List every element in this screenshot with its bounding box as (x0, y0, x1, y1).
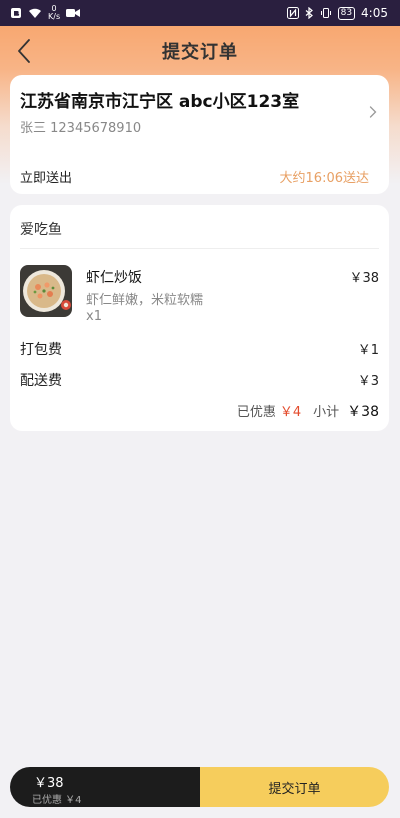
chevron-left-icon (18, 39, 30, 63)
order-card: 爱吃鱼 虾仁炒饭 虾仁鲜嫩，米粒软糯 x1 ￥38 打包费 ￥1 配送费 ￥3 … (10, 205, 389, 431)
dish-name: 虾仁炒饭 (86, 270, 142, 286)
chevron-right-icon (369, 103, 377, 122)
shop-name: 爱吃鱼 (20, 222, 62, 238)
delivery-mode: 立即送出 (20, 171, 73, 186)
packing-fee-value: ￥1 (357, 343, 379, 358)
back-button[interactable] (12, 38, 36, 64)
delivery-fee-value: ￥3 (357, 374, 379, 389)
dish-description: 虾仁鲜嫩，米粒软糯 (86, 293, 204, 308)
packing-fee-label: 打包费 (20, 342, 62, 358)
address-card[interactable]: 江苏省南京市江宁区 abc小区123室 张三 12345678910 立即送出 … (10, 75, 389, 194)
dish-price: ￥38 (349, 271, 379, 286)
bluetooth-icon (305, 7, 314, 19)
video-icon (66, 8, 81, 18)
total-discount: 已优惠 ￥4 (32, 795, 82, 806)
subtotal-amount: ￥38 (347, 404, 379, 420)
total-price: ￥38 (34, 776, 64, 791)
dish-quantity: x1 (86, 309, 102, 324)
page-title: 提交订单 (162, 42, 238, 63)
discount-amount: ￥4 (279, 405, 302, 420)
navigation-bar: 提交订单 (0, 26, 400, 76)
divider (20, 248, 379, 249)
status-bar: 0 K/s 83 4:05 (0, 0, 400, 26)
dish-image (20, 265, 72, 317)
total-panel: ￥38 已优惠 ￥4 (10, 767, 200, 807)
contact-info: 张三 12345678910 (20, 121, 142, 136)
delivery-time[interactable]: 大约16:06送达 (280, 167, 369, 186)
network-speed: 0 K/s (48, 4, 61, 21)
vibrate-icon (320, 7, 332, 19)
address-line: 江苏省南京市江宁区 abc小区123室 (20, 92, 300, 112)
clock: 4:05 (361, 6, 388, 20)
checkout-bar: ￥38 已优惠 ￥4 提交订单 (10, 767, 389, 807)
discount-label: 已优惠 (236, 405, 276, 420)
order-summary: 已优惠 ￥4 小计 ￥38 (237, 401, 379, 421)
submit-order-button[interactable]: 提交订单 (200, 767, 389, 807)
wifi-icon (28, 7, 42, 19)
subtotal-label: 小计 (313, 405, 340, 420)
nfc-icon (286, 7, 299, 19)
delivery-fee-label: 配送费 (20, 373, 62, 389)
battery-indicator: 83 (337, 6, 356, 20)
notification-icon (10, 7, 22, 19)
